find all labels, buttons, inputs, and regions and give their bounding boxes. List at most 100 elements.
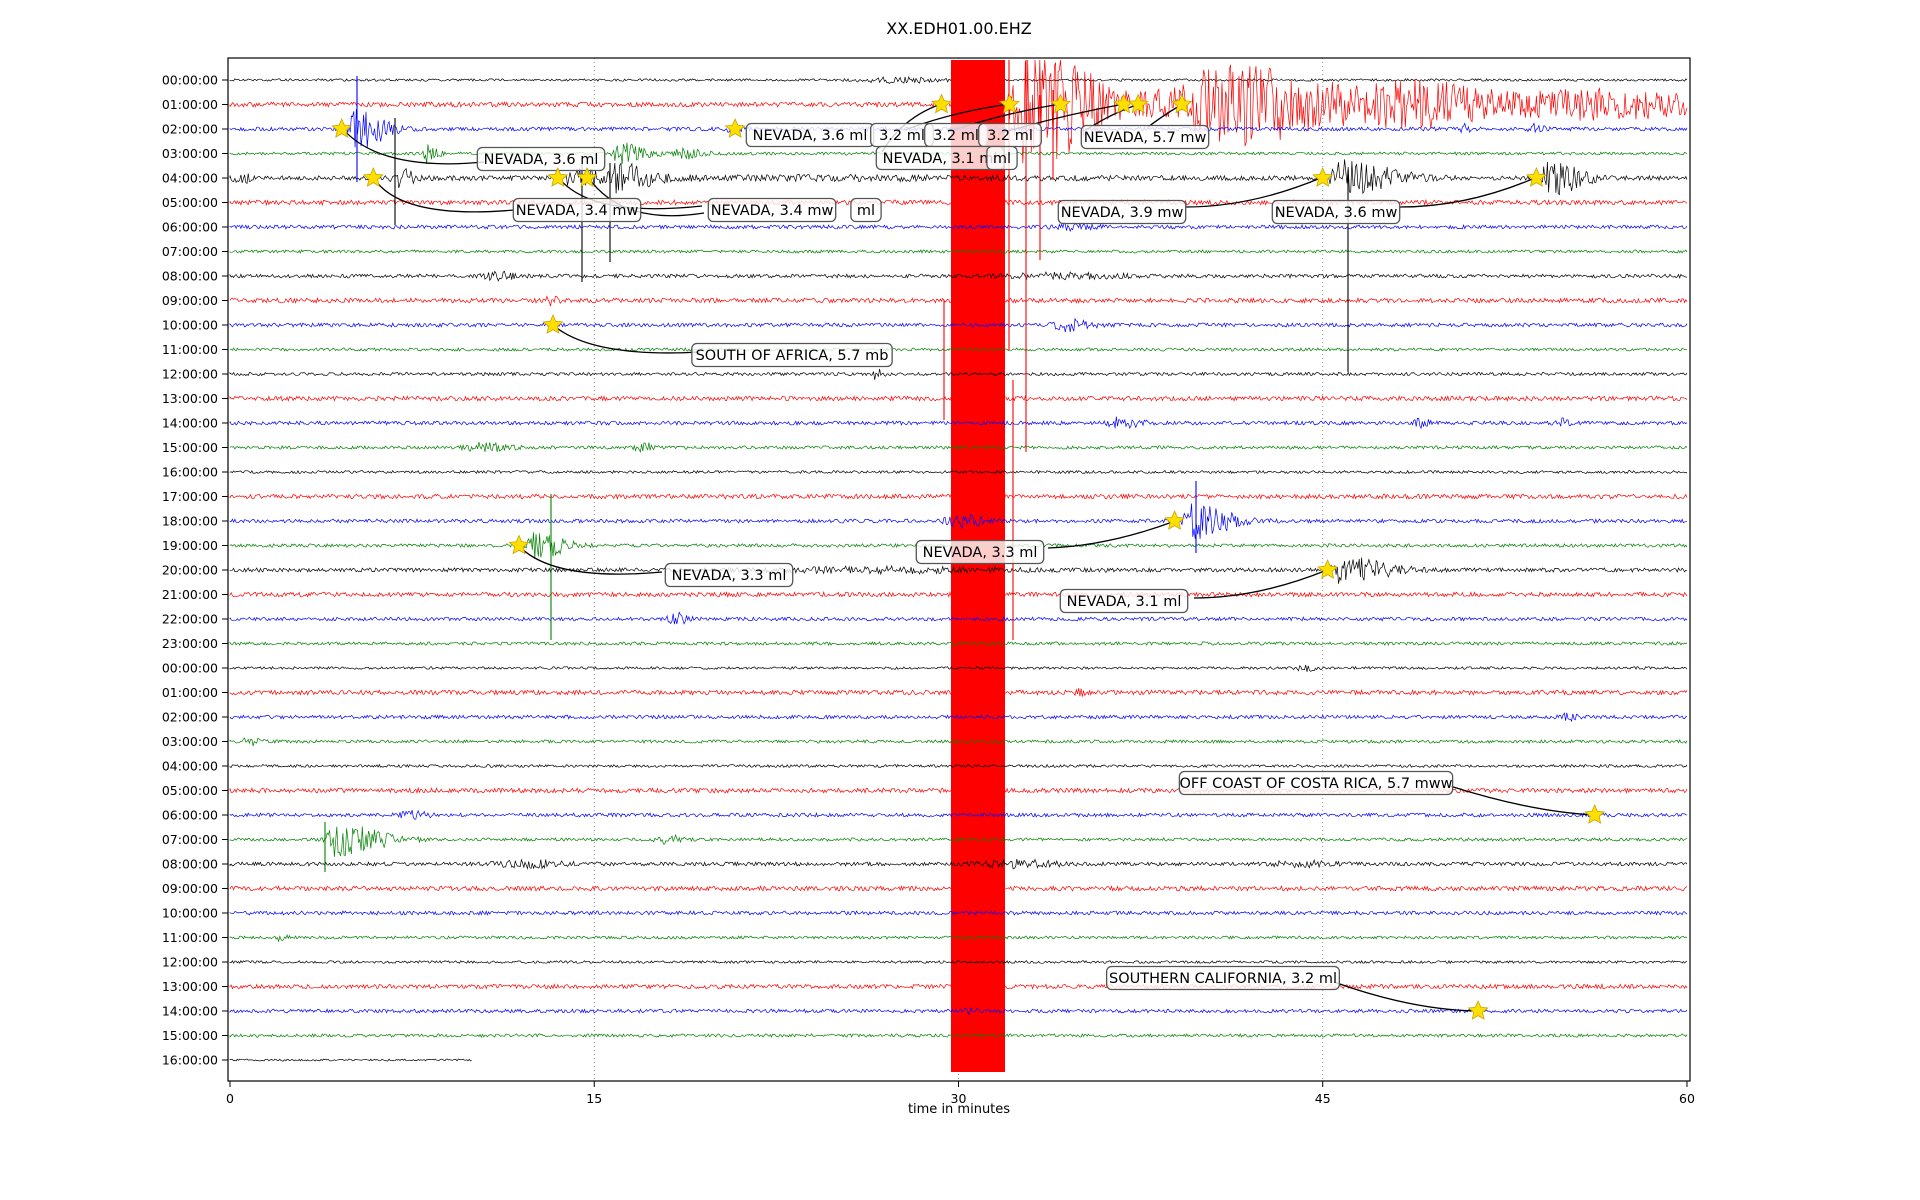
svg-text:NEVADA, 3.4 mw: NEVADA, 3.4 mw [711,203,834,219]
y-tick-label: 02:00:00 [162,121,218,136]
y-tick-label: 16:00:00 [162,464,218,479]
y-tick-label: 03:00:00 [162,734,218,749]
chart-title: XX.EDH01.00.EHZ [886,19,1032,38]
x-axis-title: time in minutes [908,1102,1010,1117]
y-tick-label: 21:00:00 [162,587,218,602]
y-tick-label: 18:00:00 [162,513,218,528]
svg-text:SOUTHERN CALIFORNIA, 3.2 ml: SOUTHERN CALIFORNIA, 3.2 ml [1109,971,1337,987]
svg-text:ml: ml [857,203,875,219]
svg-text:ml: ml [993,151,1011,167]
event-callout-label: NEVADA, 5.7 mw [1081,126,1208,149]
y-tick-label: 19:00:00 [162,538,218,553]
callout-connector [373,177,514,212]
svg-text:3.2 ml: 3.2 ml [879,128,925,144]
y-tick-label: 02:00:00 [162,709,218,724]
event-star-icon [1129,95,1148,113]
y-tick-label: 00:00:00 [162,72,218,87]
svg-text:NEVADA, 3.6 ml: NEVADA, 3.6 ml [484,152,599,168]
y-tick-label: 10:00:00 [162,317,218,332]
y-tick-label: 13:00:00 [162,391,218,406]
callout-connector [1048,521,1175,548]
event-star-icon [364,168,383,186]
y-tick-label: 10:00:00 [162,905,218,920]
svg-text:NEVADA, 3.3 ml: NEVADA, 3.3 ml [672,568,787,584]
event-callout-label: NEVADA, 3.6 mw [1272,201,1399,224]
y-tick-label: 11:00:00 [162,342,218,357]
x-tick-label: 15 [586,1091,602,1106]
event-callout-label: NEVADA, 3.3 ml [916,541,1043,564]
y-tick-label: 00:00:00 [162,660,218,675]
y-tick-label: 11:00:00 [162,930,218,945]
y-tick-label: 15:00:00 [162,440,218,455]
y-tick-label: 06:00:00 [162,807,218,822]
event-star-icon [1165,511,1184,529]
y-tick-label: 07:00:00 [162,832,218,847]
y-tick-label: 08:00:00 [162,856,218,871]
event-star-icon [1585,805,1604,823]
event-callout-label: NEVADA, 3.3 ml [665,564,792,587]
event-callout-label: 3.2 ml [871,124,934,147]
x-tick-label: 60 [1679,1091,1695,1106]
event-callout-label: NEVADA, 3.6 ml [746,124,873,147]
y-tick-label: 04:00:00 [162,758,218,773]
y-tick-label: 12:00:00 [162,366,218,381]
y-tick-label: 06:00:00 [162,219,218,234]
x-tick-label: 45 [1315,1091,1331,1106]
event-callout-label: SOUTHERN CALIFORNIA, 3.2 ml [1107,967,1340,990]
y-tick-label: 12:00:00 [162,954,218,969]
event-callout-label: NEVADA, 3.1 ml [1060,590,1187,613]
y-tick-label: 01:00:00 [162,685,218,700]
event-star-icon [1469,1001,1488,1019]
event-callout-label: OFF COAST OF COSTA RICA, 5.7 mww [1179,772,1452,795]
y-tick-label: 05:00:00 [162,783,218,798]
svg-text:NEVADA, 5.7 mw: NEVADA, 5.7 mw [1084,130,1207,146]
y-tick-label: 01:00:00 [162,97,218,112]
y-tick-label: 09:00:00 [162,881,218,896]
event-callout-label: NEVADA, 3.4 mw [513,199,640,222]
x-tick-label: 0 [226,1091,234,1106]
event-callout-label: 3.2 ml [979,124,1042,147]
y-tick-label: 04:00:00 [162,170,218,185]
event-callout-label: 3.2 ml [925,124,988,147]
y-tick-label: 23:00:00 [162,636,218,651]
svg-text:NEVADA, 3.1 ml: NEVADA, 3.1 ml [1067,594,1182,610]
event-callout-label: SOUTH OF AFRICA, 5.7 mb [692,344,892,367]
callout-connector [518,545,662,574]
event-star-icon [726,119,745,137]
event-callout-label: NEVADA, 3.6 ml [477,148,604,171]
y-tick-label: 14:00:00 [162,1003,218,1018]
callout-connector [342,128,484,164]
helicorder-figure: XX.EDH01.00.EHZ 00:00:00 01:00:00 02:00:00… [0,0,1920,1200]
event-callout-label: NEVADA, 3.9 mw [1058,201,1185,224]
svg-text:3.2 ml: 3.2 ml [987,128,1033,144]
svg-text:NEVADA, 3.3 ml: NEVADA, 3.3 ml [923,545,1038,561]
svg-text:OFF COAST OF COSTA RICA, 5.7 m: OFF COAST OF COSTA RICA, 5.7 mww [1179,776,1452,792]
event-star-icon [1313,168,1332,186]
y-tick-label: 08:00:00 [162,268,218,283]
svg-text:NEVADA, 3.4 mw: NEVADA, 3.4 mw [516,203,639,219]
event-star-icon [1318,560,1337,578]
event-star-icon [932,95,951,113]
y-tick-label: 14:00:00 [162,415,218,430]
trace-row [230,1059,472,1061]
event-star-icon [510,536,529,554]
y-tick-label: 07:00:00 [162,244,218,259]
svg-text:SOUTH OF AFRICA, 5.7 mb: SOUTH OF AFRICA, 5.7 mb [696,348,889,364]
y-tick-label: 22:00:00 [162,611,218,626]
y-tick-label: 16:00:00 [162,1052,218,1067]
y-tick-label: 13:00:00 [162,979,218,994]
callout-connector [553,325,700,353]
event-callout-label: NEVADA, 3.4 mw [708,199,835,222]
event-callout-label: ml [851,199,881,222]
svg-text:3.2 ml: 3.2 ml [933,128,979,144]
svg-text:NEVADA, 3.6 ml: NEVADA, 3.6 ml [753,128,868,144]
event-callout-label: NEVADA, 3.1 ml [876,147,1003,170]
y-tick-label: 09:00:00 [162,293,218,308]
svg-text:NEVADA, 3.1 ml: NEVADA, 3.1 ml [883,151,998,167]
y-tick-label: 20:00:00 [162,562,218,577]
svg-text:NEVADA, 3.9 mw: NEVADA, 3.9 mw [1061,205,1184,221]
helicorder-plot: XX.EDH01.00.EHZ 00:00:00 01:00:00 02:00:00… [0,0,1920,1200]
event-callout-label: ml [987,147,1017,170]
y-tick-label: 05:00:00 [162,195,218,210]
y-tick-label: 03:00:00 [162,146,218,161]
